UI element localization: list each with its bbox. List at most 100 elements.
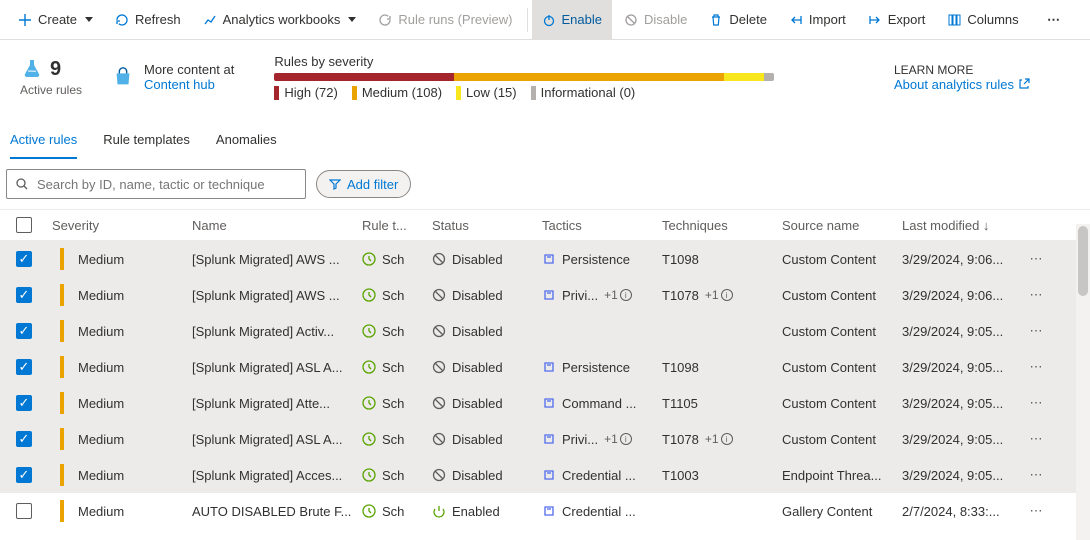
severity-medium-segment [454,73,724,81]
chevron-down-icon [348,17,356,22]
status-text: Disabled [452,252,503,267]
col-techniques[interactable]: Techniques [658,218,778,233]
ruletype-text: Sch [382,324,404,339]
table-row[interactable]: MediumAUTO DISABLED Brute F...SchEnabled… [0,493,1090,529]
table-row[interactable]: ✓Medium[Splunk Migrated] ASL A...SchDisa… [0,349,1090,385]
clock-icon [362,360,376,374]
export-label: Export [888,12,926,27]
tactic-text: Privi... [562,432,598,447]
about-analytics-link[interactable]: About analytics rules [894,77,1054,92]
enable-label: Enable [562,12,602,27]
filter-row: Add filter [0,159,1090,209]
add-filter-label: Add filter [347,177,398,192]
technique-extra-badge[interactable]: +1i [705,432,733,446]
grid-header-row: Severity Name Rule t... Status Tactics T… [0,209,1090,241]
severity-indicator [60,248,64,270]
row-checkbox[interactable]: ✓ [16,251,32,267]
col-name[interactable]: Name [188,218,358,233]
columns-button[interactable]: Columns [937,0,1028,40]
table-row[interactable]: ✓Medium[Splunk Migrated] ASL A...SchDisa… [0,421,1090,457]
medium-swatch [352,86,357,100]
technique-extra-badge[interactable]: +1i [705,288,733,302]
severity-text: Medium [78,324,124,339]
select-all-checkbox[interactable] [16,217,32,233]
filter-icon [329,178,341,190]
vertical-scrollbar[interactable] [1076,224,1090,540]
row-more-button[interactable]: ⋯ [1018,503,1054,519]
row-checkbox[interactable]: ✓ [16,323,32,339]
enable-button[interactable]: Enable [532,0,612,40]
col-lastmod[interactable]: Last modified ↓ [898,218,1018,233]
analytics-workbooks-button[interactable]: Analytics workbooks [193,0,367,40]
severity-bar [274,73,774,81]
import-button[interactable]: Import [779,0,856,40]
content-hub-link[interactable]: Content hub [144,77,234,92]
col-tactics[interactable]: Tactics [538,218,658,233]
row-checkbox[interactable]: ✓ [16,287,32,303]
technique-text: T1078 [662,288,699,303]
tab-rule-templates[interactable]: Rule templates [103,132,190,159]
ruletype-text: Sch [382,252,404,267]
toolbar-separator [527,8,528,32]
low-label: Low (15) [466,85,517,100]
row-more-button[interactable]: ⋯ [1018,431,1054,447]
export-button[interactable]: Export [858,0,936,40]
row-more-button[interactable]: ⋯ [1018,323,1054,339]
row-checkbox[interactable]: ✓ [16,467,32,483]
search-icon [15,177,29,191]
technique-text: T1098 [662,360,699,375]
search-box[interactable] [6,169,306,199]
row-more-button[interactable]: ⋯ [1018,287,1054,303]
severity-indicator [60,500,64,522]
table-row[interactable]: ✓Medium[Splunk Migrated] Acces...SchDisa… [0,457,1090,493]
create-button[interactable]: Create [8,0,103,40]
learn-more-title: LEARN MORE [894,63,1054,77]
rule-name: [Splunk Migrated] AWS ... [188,252,358,267]
table-row[interactable]: ✓Medium[Splunk Migrated] AWS ...SchDisab… [0,277,1090,313]
row-more-button[interactable]: ⋯ [1018,395,1054,411]
search-input[interactable] [37,177,297,192]
row-checkbox[interactable]: ✓ [16,395,32,411]
row-more-button[interactable]: ⋯ [1018,359,1054,375]
status-text: Disabled [452,288,503,303]
row-more-button[interactable]: ⋯ [1018,251,1054,267]
row-more-button[interactable]: ⋯ [1018,467,1054,483]
table-row[interactable]: ✓Medium[Splunk Migrated] Activ...SchDisa… [0,313,1090,349]
severity-indicator [60,392,64,414]
tab-anomalies[interactable]: Anomalies [216,132,277,159]
status-text: Disabled [452,396,503,411]
refresh-button[interactable]: Refresh [105,0,191,40]
tablist: Active rules Rule templates Anomalies [0,110,1090,159]
table-row[interactable]: ✓Medium[Splunk Migrated] AWS ...SchDisab… [0,241,1090,277]
add-filter-button[interactable]: Add filter [316,170,411,198]
col-ruletype[interactable]: Rule t... [358,218,428,233]
low-swatch [456,86,461,100]
status-text: Enabled [452,504,500,519]
tactic-extra-badge[interactable]: +1i [604,288,632,302]
col-source[interactable]: Source name [778,218,898,233]
status-text: Disabled [452,324,503,339]
col-severity[interactable]: Severity [48,218,188,233]
row-checkbox[interactable]: ✓ [16,431,32,447]
last-modified-text: 3/29/2024, 9:05... [898,360,1018,375]
source-text: Custom Content [778,252,898,267]
rules-grid: Severity Name Rule t... Status Tactics T… [0,209,1090,529]
delete-button[interactable]: Delete [699,0,777,40]
toolbar-more-button[interactable]: ⋯ [1039,12,1070,28]
col-status[interactable]: Status [428,218,538,233]
severity-text: Medium [78,432,124,447]
rule-name: [Splunk Migrated] Atte... [188,396,358,411]
severity-indicator [60,428,64,450]
tab-active-rules[interactable]: Active rules [10,132,77,159]
high-swatch [274,86,279,100]
row-checkbox[interactable]: ✓ [16,359,32,375]
scrollbar-thumb[interactable] [1078,226,1088,296]
table-row[interactable]: ✓Medium[Splunk Migrated] Atte...SchDisab… [0,385,1090,421]
tactic-icon [542,252,556,266]
power-icon [542,13,556,27]
row-checkbox[interactable] [16,503,32,519]
learn-more-block: LEARN MORE About analytics rules [894,63,1054,92]
flask-icon [20,57,44,81]
tactic-extra-badge[interactable]: +1i [604,432,632,446]
disable-label: Disable [644,12,687,27]
